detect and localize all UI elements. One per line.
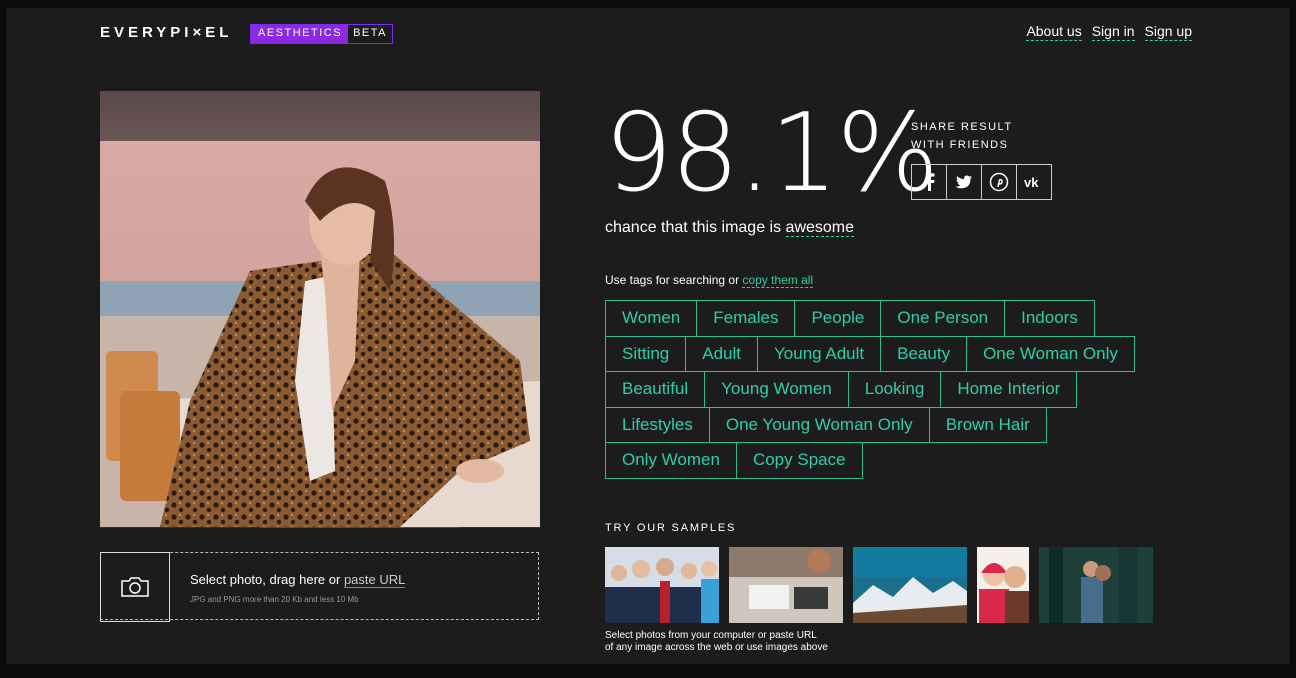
tag-females[interactable]: Females (696, 300, 796, 337)
tag-one-young-woman-only[interactable]: One Young Woman Only (708, 406, 930, 443)
sample-images (605, 547, 1153, 623)
tag-home-interior[interactable]: Home Interior (940, 371, 1078, 408)
tags-intro-text: Use tags for searching or (605, 273, 743, 287)
chance-text-prefix: chance that this image is (605, 219, 786, 236)
camera-button[interactable] (100, 552, 170, 622)
facebook-share-button[interactable] (911, 164, 947, 200)
everypixel-logo[interactable]: EVERYPI×EL (100, 24, 232, 41)
tag-one-woman-only[interactable]: One Woman Only (966, 335, 1135, 372)
tag-row: Only Women Copy Space (605, 442, 1205, 479)
tag-copy-space[interactable]: Copy Space (735, 442, 863, 479)
tag-beauty[interactable]: Beauty (880, 335, 968, 372)
tag-people[interactable]: People (794, 300, 882, 337)
tag-looking[interactable]: Looking (847, 371, 942, 408)
camera-icon (121, 577, 149, 597)
tag-beautiful[interactable]: Beautiful (605, 371, 706, 408)
sample-office-desk[interactable] (729, 547, 843, 623)
nav-sign-in[interactable]: Sign in (1091, 23, 1135, 41)
vk-share-button[interactable]: vk (1016, 164, 1052, 200)
paste-url-link[interactable]: paste URL (343, 572, 406, 588)
sample-couple[interactable] (977, 547, 1029, 623)
try-samples-title: TRY OUR SAMPLES (605, 522, 737, 534)
upload-prompt: Select photo, drag here or paste URL (190, 572, 406, 588)
badge-beta: BETA (353, 27, 387, 39)
photo-blur-top (100, 91, 540, 141)
nav-about-us[interactable]: About us (1026, 23, 1082, 41)
sample-business-team[interactable] (605, 547, 719, 623)
vk-icon: vk (1024, 175, 1039, 189)
chance-text: chance that this image is awesome (605, 219, 855, 237)
tag-only-women[interactable]: Only Women (605, 442, 737, 479)
copy-all-tags-link[interactable]: copy them all (742, 273, 814, 288)
nav-sign-up[interactable]: Sign up (1144, 23, 1192, 41)
awesome-link[interactable]: awesome (785, 219, 855, 237)
tag-adult[interactable]: Adult (685, 335, 758, 372)
twitter-share-button[interactable] (946, 164, 982, 200)
tag-brown-hair[interactable]: Brown Hair (928, 406, 1047, 443)
sample-forest-couple[interactable] (1039, 547, 1153, 623)
tag-women[interactable]: Women (605, 300, 698, 337)
tag-row: Women Females People One Person Indoors (605, 300, 1205, 337)
analyzed-photo (100, 91, 540, 528)
share-result-label: SHARE RESULT WITH FRIENDS (911, 118, 1013, 154)
tag-lifestyles[interactable]: Lifestyles (605, 406, 710, 443)
tags-intro: Use tags for searching or copy them all (605, 273, 814, 288)
tag-row: Sitting Adult Young Adult Beauty One Wom… (605, 335, 1205, 372)
svg-text:vk: vk (1024, 175, 1039, 189)
badge-aesthetics: AESTHETICS (251, 25, 349, 43)
photo-blur-bottom (100, 527, 540, 528)
upload-hint: JPG and PNG more than 20 Kb and less 10 … (190, 595, 359, 604)
tag-young-adult[interactable]: Young Adult (757, 335, 882, 372)
share-line-1: SHARE RESULT (911, 121, 1013, 133)
tag-one-person[interactable]: One Person (880, 300, 1006, 337)
facebook-icon (925, 173, 935, 191)
aesthetic-score: 98.1% (604, 91, 939, 216)
twitter-icon (955, 175, 972, 188)
keyword-tags: Women Females People One Person Indoors … (605, 300, 1205, 479)
aesthetics-beta-badge: AESTHETICS BETA (250, 24, 393, 44)
pinterest-share-button[interactable] (981, 164, 1017, 200)
tag-row: Beautiful Young Women Looking Home Inter… (605, 371, 1205, 408)
tag-young-women[interactable]: Young Women (704, 371, 849, 408)
social-share-buttons: vk (911, 164, 1052, 200)
tag-sitting[interactable]: Sitting (605, 335, 687, 372)
top-nav: About us Sign in Sign up (1026, 23, 1192, 41)
pinterest-icon (989, 172, 1009, 192)
samples-note-line-2: of any image across the web or use image… (605, 642, 828, 653)
upload-prompt-text: Select photo, drag here or (190, 572, 344, 587)
samples-note-line-1: Select photos from your computer or past… (605, 630, 817, 641)
photo-woman-leopard-coat (100, 141, 540, 527)
sample-mountain-landscape[interactable] (853, 547, 967, 623)
samples-note: Select photos from your computer or past… (605, 630, 828, 654)
tag-row: Lifestyles One Young Woman Only Brown Ha… (605, 406, 1205, 443)
upload-dropzone[interactable]: Select photo, drag here or paste URL JPG… (100, 552, 539, 622)
tag-indoors[interactable]: Indoors (1004, 300, 1095, 337)
share-line-2: WITH FRIENDS (911, 139, 1009, 151)
